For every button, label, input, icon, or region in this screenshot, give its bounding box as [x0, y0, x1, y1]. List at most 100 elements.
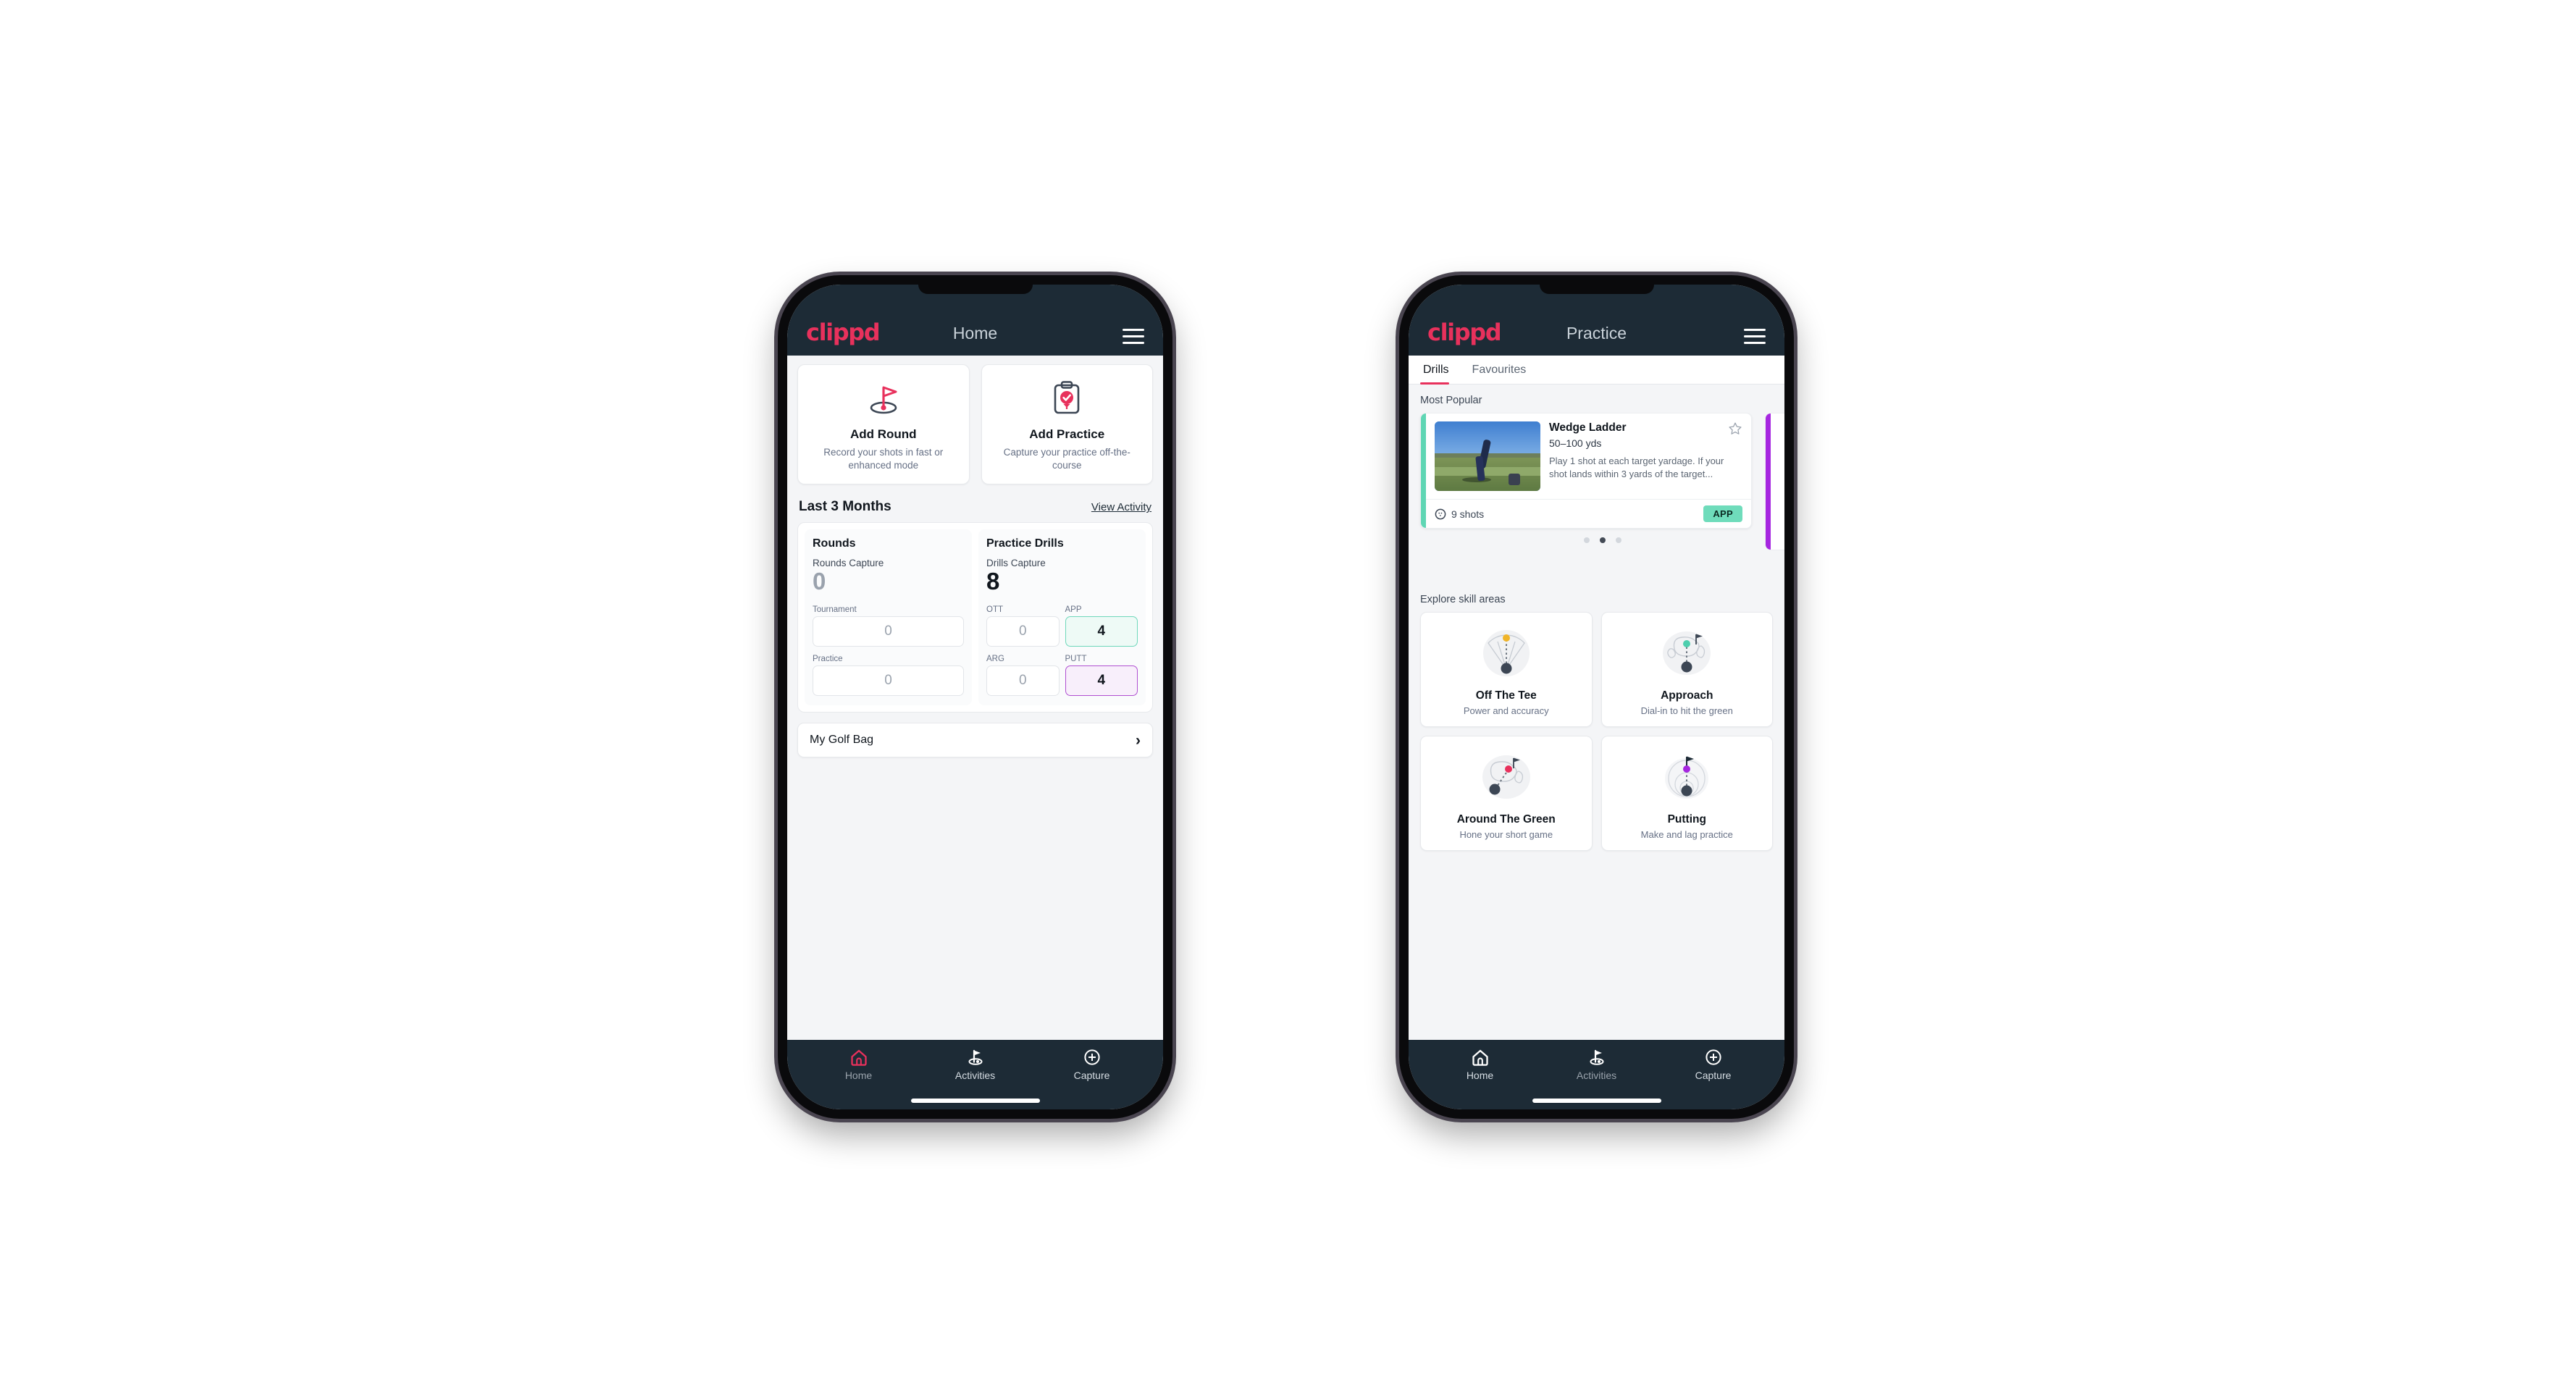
hamburger-icon[interactable] — [1744, 329, 1766, 344]
hamburger-icon[interactable] — [1123, 329, 1144, 344]
appbar-home: clippd Home — [787, 285, 1163, 356]
arg-value[interactable]: 0 — [986, 665, 1060, 697]
nav-item-capture[interactable]: Capture — [1655, 1049, 1771, 1109]
rounds-capture-value: 0 — [813, 568, 826, 595]
phone-home: clippd Home Add Round Record your shots … — [778, 275, 1172, 1119]
my-golf-bag-label: My Golf Bag — [810, 734, 874, 747]
star-outline-icon[interactable] — [1728, 421, 1742, 436]
my-golf-bag-row[interactable]: My Golf Bag › — [797, 723, 1153, 758]
skill-card-putting[interactable]: Putting Make and lag practice — [1600, 736, 1773, 851]
golf-flag-hole-icon — [804, 378, 963, 419]
add-round-title: Add Round — [849, 427, 917, 441]
skill-card-off-the-tee[interactable]: Off The Tee Power and accuracy — [1420, 612, 1593, 727]
rounds-heading: Rounds — [813, 537, 856, 550]
nav-item-capture[interactable]: Capture — [1033, 1049, 1150, 1109]
putt-value[interactable]: 4 — [1065, 665, 1138, 697]
putt-label: PUTT — [1065, 655, 1087, 664]
tab-favourites[interactable]: Favourites — [1469, 356, 1537, 384]
add-practice-title: Add Practice — [1029, 427, 1105, 441]
add-round-subtitle: Record your shots in fast or enhanced mo… — [823, 447, 944, 471]
add-practice-subtitle: Capture your practice off-the-course — [1003, 447, 1130, 471]
explore-skill-areas-label: Explore skill areas — [1420, 594, 1506, 605]
clippd-logo[interactable]: clippd — [806, 321, 881, 344]
drill-card-wedge-ladder[interactable]: Wedge Ladder 50–100 yds Play 1 shot at e… — [1420, 413, 1752, 529]
rounds-tournament-group: Tournament 0 — [813, 605, 964, 647]
quick-actions-row: Add Round Record your shots in fast or e… — [787, 356, 1163, 485]
chevron-right-icon: › — [1136, 731, 1141, 749]
drill-mini-app: APP 4 — [1065, 605, 1138, 647]
drill-shots-label: 9 shots — [1451, 508, 1485, 520]
nav-item-home[interactable]: Home — [800, 1049, 917, 1109]
drills-row-1: OTT 0 APP 4 — [986, 605, 1138, 647]
nav-item-home[interactable]: Home — [1422, 1049, 1538, 1109]
carousel-dot-2[interactable] — [1599, 537, 1606, 543]
skill-subtitle: Dial-in to hit the green — [1640, 705, 1733, 716]
skill-card-approach[interactable]: Approach Dial-in to hit the green — [1600, 612, 1773, 727]
putting-rings-icon — [1608, 747, 1767, 807]
tab-drills[interactable]: Drills — [1420, 356, 1459, 385]
skill-title: Around The Green — [1456, 813, 1556, 826]
home-indicator — [910, 1099, 1040, 1103]
arg-label: ARG — [986, 655, 1004, 664]
most-popular-label: Most Popular — [1420, 395, 1482, 406]
drill-card-next-peek[interactable] — [1765, 413, 1784, 550]
nav-label-home: Home — [1466, 1070, 1494, 1081]
screen-practice: clippd Practice Drills Favourites Most P… — [1409, 285, 1784, 1109]
approach-green-icon — [1608, 623, 1767, 684]
practice-drills-heading: Practice Drills — [986, 537, 1064, 550]
skill-title: Putting — [1667, 813, 1706, 826]
stats-panel: Rounds Rounds Capture 0 Tournament 0 Pra… — [797, 522, 1153, 713]
tournament-value[interactable]: 0 — [813, 616, 964, 647]
skill-areas-grid: Off The Tee Power and accuracy Approach … — [1409, 612, 1784, 851]
drill-carousel[interactable]: Wedge Ladder 50–100 yds Play 1 shot at e… — [1409, 413, 1784, 584]
add-round-card[interactable]: Add Round Record your shots in fast or e… — [797, 364, 970, 485]
practice-value[interactable]: 0 — [813, 665, 964, 697]
clippd-logo[interactable]: clippd — [1427, 321, 1502, 344]
carousel-dots[interactable] — [1420, 529, 1784, 543]
golf-flag-icon — [968, 1049, 982, 1065]
plus-circle-icon — [1083, 1049, 1100, 1065]
carousel-dot-1[interactable] — [1583, 537, 1590, 543]
drill-title: Wedge Ladder — [1549, 421, 1627, 434]
home-icon — [1472, 1049, 1488, 1066]
section-title: Last 3 Months — [799, 499, 891, 515]
add-practice-card[interactable]: Add Practice Capture your practice off-t… — [981, 364, 1153, 485]
golf-flag-icon — [1590, 1049, 1603, 1065]
drill-accent-bar-purple — [1766, 413, 1771, 550]
drill-accent-bar — [1421, 413, 1426, 528]
rounds-practice-group: Practice 0 — [813, 655, 964, 697]
tournament-label: Tournament — [813, 605, 857, 615]
drills-capture-label: Drills Capture — [986, 558, 1046, 569]
notch — [918, 285, 1033, 294]
skill-card-around-the-green[interactable]: Around The Green Hone your short game — [1420, 736, 1593, 851]
bottom-nav-home: Home Activities Capture — [787, 1040, 1163, 1109]
nav-label-home: Home — [844, 1070, 873, 1081]
ott-value[interactable]: 0 — [986, 616, 1060, 647]
skill-title: Approach — [1661, 689, 1713, 702]
nav-label-capture: Capture — [1073, 1070, 1110, 1081]
drill-thumbnail — [1435, 421, 1540, 491]
drill-card-top: Wedge Ladder 50–100 yds Play 1 shot at e… — [1421, 413, 1751, 499]
drills-row-2: ARG 0 PUTT 4 — [986, 655, 1138, 697]
drill-title-row: Wedge Ladder — [1549, 421, 1742, 436]
rounds-stat-column: Rounds Rounds Capture 0 Tournament 0 Pra… — [805, 529, 972, 706]
app-label: APP — [1065, 605, 1082, 615]
drill-meta: Wedge Ladder 50–100 yds Play 1 shot at e… — [1549, 421, 1742, 491]
screen-home: clippd Home Add Round Record your shots … — [787, 285, 1163, 1109]
carousel-dot-3[interactable] — [1615, 537, 1621, 543]
drill-shots: 9 shots — [1435, 508, 1484, 520]
bottom-nav-practice: Home Activities Capture — [1409, 1040, 1784, 1109]
drills-capture-value: 8 — [986, 568, 1000, 595]
skill-subtitle: Make and lag practice — [1640, 829, 1733, 840]
phone-practice: clippd Practice Drills Favourites Most P… — [1399, 275, 1794, 1119]
drill-yardage: 50–100 yds — [1549, 437, 1602, 449]
practice-content: Most Popular Wedge Ladder 50–100 yds Pla… — [1409, 385, 1784, 1040]
plus-circle-icon — [1705, 1049, 1721, 1065]
nav-label-activities: Activities — [955, 1070, 996, 1081]
home-icon — [850, 1049, 867, 1066]
app-value[interactable]: 4 — [1065, 616, 1138, 647]
nav-label-capture: Capture — [1695, 1070, 1732, 1081]
view-activity-link[interactable]: View Activity — [1091, 501, 1151, 513]
drill-mini-putt: PUTT 4 — [1065, 655, 1138, 697]
drill-mini-arg: ARG 0 — [986, 655, 1060, 697]
